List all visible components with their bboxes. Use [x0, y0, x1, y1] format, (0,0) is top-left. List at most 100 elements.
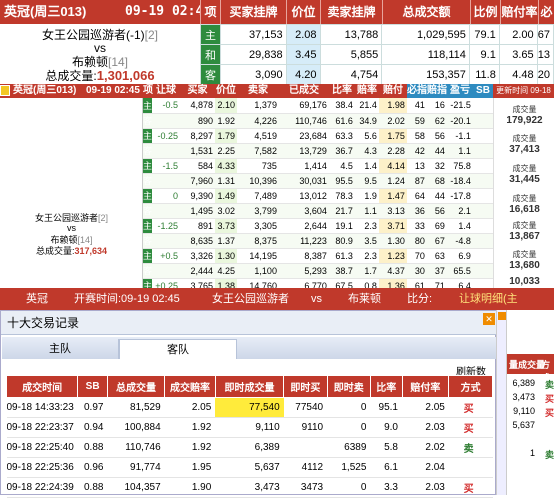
volume-label: 成交量	[512, 250, 537, 259]
price-cell[interactable]: 2.10	[214, 98, 237, 114]
idx1-cell: 87	[406, 173, 427, 189]
table-row[interactable]: 客 2,444 4.25 1,100 5,293 38.7 1.7 4.37 30 37 65.5	[143, 263, 493, 279]
volume-box: 成交量 13,680	[494, 249, 554, 271]
col-header: 赔付率	[500, 0, 538, 24]
price-cell[interactable]: 4.25	[214, 263, 237, 279]
price-cell[interactable]: 3.02	[214, 203, 237, 219]
volume-cell: 3,473	[512, 392, 535, 402]
col-header: 成交赔率	[164, 375, 216, 398]
ratio-cell: 5.8	[370, 437, 402, 458]
price-cell[interactable]: 1.92	[214, 113, 237, 129]
done-cell: 13,729	[278, 143, 329, 159]
col-header: 已成交	[289, 85, 319, 96]
odds-cell: 1.7	[354, 263, 379, 279]
table-row[interactable]: 主 37,153 2.08 13,788 1,029,595 79.1 2.00…	[200, 24, 554, 45]
tab-away[interactable]: 客队	[119, 339, 237, 359]
home-team[interactable]: 女王公园巡游者	[35, 213, 98, 223]
win-cell: 67	[536, 24, 554, 45]
volume-box: 成交量 179,922	[494, 104, 554, 126]
ratio-cell: 9.0	[370, 417, 402, 438]
odds-cell: 4.3	[354, 143, 379, 159]
buy-cell: 7,960	[180, 173, 215, 189]
col-header: SB	[473, 84, 493, 98]
odds-cell: 3.5	[354, 233, 379, 249]
volume-box: 成交量 37,413	[494, 133, 554, 155]
scrollbar[interactable]	[497, 310, 507, 495]
hc-cell	[152, 263, 180, 279]
col-header: 成交时间	[5, 375, 79, 398]
close-icon[interactable]: ✕	[483, 313, 495, 325]
sell-cell: 3,799	[236, 203, 279, 219]
table-row[interactable]: 09-18 22:23:37 0.94 100,884 1.92 9,110 9110 0 9…	[6, 417, 493, 438]
col-header: 项	[143, 85, 153, 96]
volume-value: 31,445	[509, 174, 540, 185]
time-cell: 09-18 14:33:23	[6, 397, 78, 418]
volume-value: 13,867	[509, 231, 540, 242]
table-row[interactable]: 主 -0.5 4,878 2.10 1,379 69,176 38.4 21.4 1.98 41 1…	[143, 98, 493, 114]
sell-cell: 8,375	[236, 233, 279, 249]
price-cell[interactable]: 2.08	[285, 24, 321, 45]
total-volume-line: 总成交量:317,634	[0, 244, 143, 257]
ratio-cell: 9.1	[468, 44, 500, 65]
price-cell[interactable]: 4.20	[285, 64, 321, 85]
col-header: 买家	[187, 85, 208, 96]
match-summary-panel: 英冠(周三013) 09-19 02:45 女王公园巡游者(-1)[2] vs …	[0, 0, 554, 85]
odds-cell: 21.4	[354, 98, 379, 114]
table-row[interactable]: 客 1,495 3.02 3,799 3,604 21.7 1.1 3.13 36 56 2.1	[143, 203, 493, 219]
col-header: 总成交额	[382, 0, 470, 24]
table-row[interactable]: 主 -0.25 8,297 1.79 4,519 23,684 63.3 5.6 1.75 58 5…	[143, 128, 493, 144]
mode-cell: 买	[545, 408, 554, 418]
panel2-header: 项 让球 买家 价位 卖家 已成交 比率 赔率 赔付率 必指 赔指 盈亏 SB …	[143, 84, 554, 110]
home-rank: [2]	[144, 28, 158, 42]
home-team[interactable]: 女王公园巡游者(-1)	[42, 28, 145, 42]
odds-cell: 5.6	[354, 128, 379, 144]
col-header: 赔付率	[383, 85, 403, 110]
scroll-up-icon[interactable]	[498, 312, 506, 320]
table-row[interactable]: 09-18 14:33:23 0.97 81,529 2.05 77,540 77540 0…	[6, 397, 493, 418]
price-cell[interactable]: 1.31	[214, 173, 237, 189]
price-cell[interactable]: 1.79	[214, 128, 237, 144]
price-cell[interactable]: 2.25	[214, 143, 237, 159]
price-cell[interactable]: 3.73	[214, 218, 237, 234]
payout-cell: 2.02	[378, 113, 407, 129]
idx1-cell: 58	[406, 128, 427, 144]
table-row[interactable]: 09-18 22:25:40 0.88 110,746 1.92 6,389 6389 5.…	[6, 437, 493, 458]
odds-cell: 1.95	[164, 457, 216, 478]
odds-cell: 9.5	[354, 173, 379, 189]
trades-table: 成交时间 SB 总成交量 成交赔率 即时成交量 即时买 即时卖 比率 赔付率 方…	[5, 375, 493, 498]
buy-cell: 4112	[283, 457, 328, 478]
table-row[interactable]: 主 -1.25 891 3.73 3,305 2,644 19.1 2.3 3.71 33 69 1.…	[143, 218, 493, 234]
price-cell[interactable]: 1.30	[214, 248, 237, 264]
table-row[interactable]: 客 890 1.92 4,226 110,746 61.6 34.9 2.02 59 62 -20.…	[143, 113, 493, 129]
close-icon[interactable]	[0, 85, 10, 96]
price-cell[interactable]: 4.33	[214, 158, 237, 174]
table-row[interactable]: 客 8,635 1.37 8,375 11,223 80.9 3.5 1.30 80 67 -4.8	[143, 233, 493, 249]
done-cell: 110,746	[278, 113, 329, 129]
total-volume-label: 总成交量:	[45, 69, 97, 83]
idx1-cell: 41	[406, 98, 427, 114]
total-cell: 81,529	[107, 397, 165, 418]
table-row[interactable]: 客 7,960 1.31 10,396 30,031 95.5 9.5 1.24 87 68 -18…	[143, 173, 493, 189]
idx1-cell: 13	[406, 158, 427, 174]
table-row[interactable]: 主 -1.5 584 4.33 735 1,414 4.5 1.4 4.14 13 32 75.8	[143, 158, 493, 174]
tag-cell: 主	[143, 98, 153, 114]
volume-value: 179,922	[506, 115, 543, 126]
col-header: SB	[77, 375, 108, 398]
price-cell[interactable]: 1.49	[214, 188, 237, 204]
table-row[interactable]: 主 +0.5 3,326 1.30 14,195 8,387 61.3 2.3 1.23 70 63…	[143, 248, 493, 264]
table-row[interactable]: 客 1,531 2.25 7,582 13,729 36.7 4.3 2.28 42 44 1.1	[143, 143, 493, 159]
total-cell: 1,029,595	[381, 24, 470, 45]
table-row[interactable]: 客 3,090 4.20 4,754 153,357 11.8 4.48 20	[200, 64, 554, 85]
price-cell[interactable]: 1.37	[214, 233, 237, 249]
home-rank: [2]	[98, 213, 109, 223]
ratio-cell: 95.5	[328, 173, 355, 189]
table-row[interactable]: 主 0 9,390 1.49 7,489 13,012 78.3 1.9 1.47 64 44 -17…	[143, 188, 493, 204]
col-header: 买家挂牌	[220, 0, 286, 24]
tab-home[interactable]: 主队	[2, 339, 119, 359]
table-row[interactable]: 和 29,838 3.45 5,855 118,114 9.1 3.65 13	[200, 44, 554, 65]
price-cell[interactable]: 3.45	[285, 44, 321, 65]
col-header: 比率	[369, 375, 403, 398]
table-row[interactable]: 09-18 22:25:36 0.96 91,774 1.95 5,637 4112 1,5…	[6, 457, 493, 478]
mode-cell	[448, 457, 493, 478]
sb-cell	[472, 218, 493, 234]
